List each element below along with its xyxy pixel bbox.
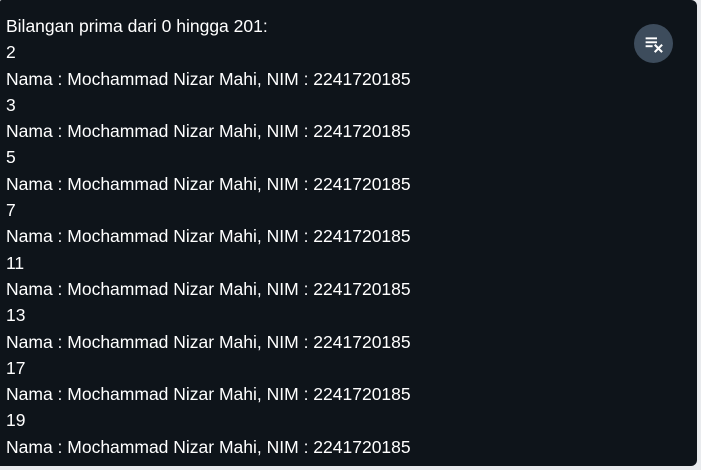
console-line: Nama : Mochammad Nizar Mahi, NIM : 22417… bbox=[6, 331, 411, 352]
window-edge bbox=[697, 0, 701, 470]
console-line: 17 bbox=[6, 357, 26, 378]
clear-all-icon bbox=[645, 37, 663, 53]
console-line: 11 bbox=[6, 252, 25, 273]
console-line: Bilangan prima dari 0 hingga 201: bbox=[6, 16, 268, 36]
console-output: Bilangan prima dari 0 hingga 201: 2 Nama… bbox=[6, 13, 697, 460]
console-line: Nama : Mochammad Nizar Mahi, NIM : 22417… bbox=[6, 173, 411, 194]
clear-output-button[interactable] bbox=[634, 24, 673, 63]
console-line: 7 bbox=[6, 200, 16, 221]
console-line: 13 bbox=[6, 305, 26, 326]
console-line: Nama : Mochammad Nizar Mahi, NIM : 22417… bbox=[6, 121, 411, 142]
console-output-panel: Bilangan prima dari 0 hingga 201: 2 Nama… bbox=[0, 0, 697, 466]
console-line: 5 bbox=[6, 147, 16, 168]
console-line: 19 bbox=[6, 410, 26, 431]
console-line: 2 bbox=[6, 42, 16, 63]
console-line: Nama : Mochammad Nizar Mahi, NIM : 22417… bbox=[6, 384, 411, 405]
console-line: Nama : Mochammad Nizar Mahi, NIM : 22417… bbox=[6, 226, 411, 247]
console-line: Nama : Mochammad Nizar Mahi, NIM : 22417… bbox=[6, 436, 411, 457]
console-line: Nama : Mochammad Nizar Mahi, NIM : 22417… bbox=[6, 68, 411, 89]
console-line: 3 bbox=[6, 94, 16, 115]
console-line: Nama : Mochammad Nizar Mahi, NIM : 22417… bbox=[6, 278, 411, 299]
